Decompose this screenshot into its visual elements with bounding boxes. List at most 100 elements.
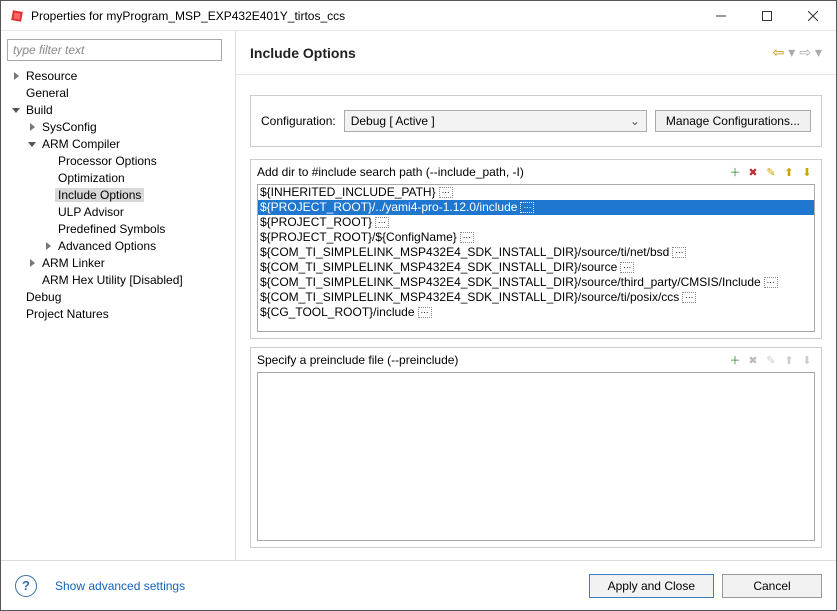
chevron-down-icon: ⌄ [630,114,640,128]
list-item-text: ${CG_TOOL_ROOT}/include [260,305,415,319]
tree-item-label: ARM Hex Utility [Disabled] [39,273,186,287]
back-menu-icon[interactable]: ▾ [788,44,795,61]
cancel-button[interactable]: Cancel [722,574,822,598]
ellipsis-icon: ⋯ [764,277,778,288]
add-icon[interactable]: ＋ [727,352,743,368]
include-path-section: Add dir to #include search path (--inclu… [250,159,822,339]
configuration-select[interactable]: Debug [ Active ] ⌄ [344,110,647,132]
tree-item-label: Predefined Symbols [55,222,168,236]
list-item[interactable]: ${COM_TI_SIMPLELINK_MSP432E4_SDK_INSTALL… [258,290,814,305]
list-item[interactable]: ${PROJECT_ROOT}/../yami4-pro-1.12.0/incl… [258,200,814,215]
tree-item-label: Advanced Options [55,239,159,253]
back-icon[interactable]: ⇦ [772,44,784,61]
tree-twisty-icon[interactable] [9,107,23,112]
tree-item-label: Processor Options [55,154,160,168]
list-item-text: ${COM_TI_SIMPLELINK_MSP432E4_SDK_INSTALL… [260,290,679,304]
delete-icon: ✖ [745,352,761,368]
list-item[interactable]: ${COM_TI_SIMPLELINK_MSP432E4_SDK_INSTALL… [258,245,814,260]
tree-item-label: SysConfig [39,120,100,134]
window-buttons [698,1,836,30]
tree-item-label: ULP Advisor [55,205,127,219]
list-item-text: ${COM_TI_SIMPLELINK_MSP432E4_SDK_INSTALL… [260,275,761,289]
list-item[interactable]: ${INHERITED_INCLUDE_PATH}⋯ [258,185,814,200]
delete-icon[interactable]: ✖ [745,164,761,180]
list-item-text: ${PROJECT_ROOT} [260,215,372,229]
ellipsis-icon: ⋯ [439,187,453,198]
include-path-list[interactable]: ${INHERITED_INCLUDE_PATH}⋯${PROJECT_ROOT… [257,184,815,332]
tree-item-label: Build [23,103,56,117]
include-path-title: Add dir to #include search path (--inclu… [257,165,727,179]
manage-configurations-button[interactable]: Manage Configurations... [655,110,811,132]
list-item-text: ${PROJECT_ROOT}/../yami4-pro-1.12.0/incl… [260,200,517,214]
tree-item[interactable]: Advanced Options [5,237,231,254]
close-button[interactable] [790,1,836,30]
minimize-button[interactable] [698,1,744,30]
forward-menu-icon[interactable]: ▾ [815,44,822,61]
window-title: Properties for myProgram_MSP_EXP432E401Y… [31,9,698,23]
ellipsis-icon: ⋯ [682,292,696,303]
tree-item-label: ARM Compiler [39,137,123,151]
tree-item[interactable]: General [5,84,231,101]
main-panel: Include Options ⇦ ▾ ⇨ ▾ Configuration: D… [236,31,836,560]
maximize-button[interactable] [744,1,790,30]
tree-item[interactable]: Processor Options [5,152,231,169]
configuration-value: Debug [ Active ] [351,114,435,128]
page-title: Include Options [250,45,772,61]
preinclude-list[interactable] [257,372,815,541]
list-item[interactable]: ${PROJECT_ROOT}⋯ [258,215,814,230]
edit-icon[interactable]: ✎ [763,164,779,180]
list-item-text: ${COM_TI_SIMPLELINK_MSP432E4_SDK_INSTALL… [260,245,669,259]
tree-item[interactable]: Build [5,101,231,118]
tree-twisty-icon[interactable] [41,242,55,250]
preinclude-section: Specify a preinclude file (--preinclude)… [250,347,822,548]
forward-icon[interactable]: ⇨ [799,44,811,61]
move-down-icon: ⬇ [799,352,815,368]
tree-item[interactable]: ARM Hex Utility [Disabled] [5,271,231,288]
tree-item-label: Project Natures [23,307,112,321]
tree-twisty-icon[interactable] [25,141,39,146]
tree-item[interactable]: Project Natures [5,305,231,322]
tree-item[interactable]: SysConfig [5,118,231,135]
tree-item[interactable]: ULP Advisor [5,203,231,220]
configuration-label: Configuration: [261,114,336,128]
ellipsis-icon: ⋯ [620,262,634,273]
apply-and-close-button[interactable]: Apply and Close [589,574,714,598]
move-down-icon[interactable]: ⬇ [799,164,815,180]
tree-twisty-icon[interactable] [25,259,39,267]
tree-item[interactable]: Predefined Symbols [5,220,231,237]
tree-item[interactable]: Debug [5,288,231,305]
preinclude-title: Specify a preinclude file (--preinclude) [257,353,727,367]
tree-item[interactable]: ARM Compiler [5,135,231,152]
list-item-text: ${INHERITED_INCLUDE_PATH} [260,185,436,199]
tree-twisty-icon[interactable] [9,72,23,80]
filter-input[interactable] [7,39,222,61]
list-item-text: ${COM_TI_SIMPLELINK_MSP432E4_SDK_INSTALL… [260,260,617,274]
list-item[interactable]: ${CG_TOOL_ROOT}/include⋯ [258,305,814,320]
list-item[interactable]: ${COM_TI_SIMPLELINK_MSP432E4_SDK_INSTALL… [258,275,814,290]
move-up-icon: ⬆ [781,352,797,368]
tree-item-label: Include Options [55,188,144,202]
main-header: Include Options ⇦ ▾ ⇨ ▾ [236,31,836,75]
help-icon[interactable]: ? [15,575,37,597]
list-item[interactable]: ${COM_TI_SIMPLELINK_MSP432E4_SDK_INSTALL… [258,260,814,275]
ellipsis-icon: ⋯ [418,307,432,318]
show-advanced-link[interactable]: Show advanced settings [55,579,185,593]
tree-item-label: Resource [23,69,80,83]
tree-item[interactable]: ARM Linker [5,254,231,271]
tree-item-label: General [23,86,72,100]
list-item-text: ${PROJECT_ROOT}/${ConfigName} [260,230,457,244]
add-icon[interactable]: ＋ [727,164,743,180]
titlebar: Properties for myProgram_MSP_EXP432E401Y… [1,1,836,31]
list-item[interactable]: ${PROJECT_ROOT}/${ConfigName}⋯ [258,230,814,245]
tree: Resource General Build SysConfig ARM Compile… [5,65,231,556]
tree-item-label: Optimization [55,171,128,185]
tree-item[interactable]: Resource [5,67,231,84]
tree-item[interactable]: Include Options [5,186,231,203]
tree-item-label: Debug [23,290,64,304]
move-up-icon[interactable]: ⬆ [781,164,797,180]
tree-item[interactable]: Optimization [5,169,231,186]
tree-twisty-icon[interactable] [25,123,39,131]
footer: ? Show advanced settings Apply and Close… [1,560,836,610]
app-icon [9,8,25,24]
tree-item-label: ARM Linker [39,256,108,270]
